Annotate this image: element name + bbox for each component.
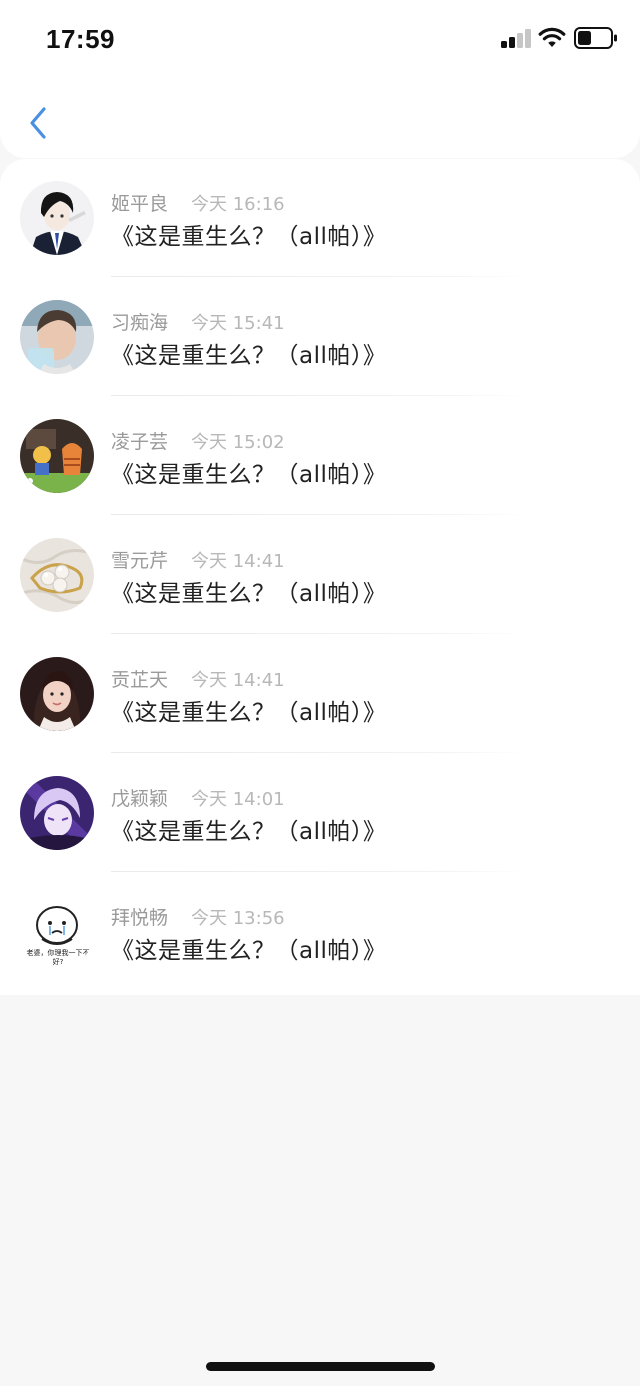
item-title: 《这是重生么？（all帕）》 <box>111 819 387 845</box>
item-time: 今天 14:41 <box>191 551 285 572</box>
list-item[interactable]: 雪元芹 今天 14:41 《这是重生么？（all帕）》 <box>0 516 640 635</box>
divider <box>111 514 527 515</box>
list-item[interactable]: 凌子芸 今天 15:02 《这是重生么？（all帕）》 <box>0 397 640 516</box>
message-list: 姬平良 今天 16:16 《这是重生么？（all帕）》 习痴海 今天 15:41… <box>0 159 640 995</box>
list-item[interactable]: 老婆，你理我一下不好? 拜悦畅 今天 13:56 《这是重生么？（all帕）》 <box>0 873 640 992</box>
home-indicator[interactable] <box>206 1362 435 1371</box>
item-time: 今天 16:16 <box>191 194 285 215</box>
item-title: 《这是重生么？（all帕）》 <box>111 581 387 607</box>
avatar <box>20 538 94 612</box>
item-name: 雪元芹 <box>111 550 169 572</box>
item-title: 《这是重生么？（all帕）》 <box>111 343 387 369</box>
list-item[interactable]: 贡芷天 今天 14:41 《这是重生么？（all帕）》 <box>0 635 640 754</box>
list-item[interactable]: 戊颖颖 今天 14:01 《这是重生么？（all帕）》 <box>0 754 640 873</box>
item-title: 《这是重生么？（all帕）》 <box>111 700 387 726</box>
item-name: 贡芷天 <box>111 669 169 691</box>
item-name: 姬平良 <box>111 193 169 215</box>
divider <box>111 752 527 753</box>
item-title: 《这是重生么？（all帕）》 <box>111 462 387 488</box>
screen: 17:59 姬平良 今天 16:16 《这是重生么？（all帕）》 习痴海 今天… <box>0 0 640 1386</box>
avatar-caption: 老婆，你理我一下不好? <box>26 949 90 966</box>
avatar <box>20 300 94 374</box>
cellular-signal-icon <box>501 28 533 48</box>
item-time: 今天 13:56 <box>191 908 285 929</box>
item-name: 凌子芸 <box>111 431 169 453</box>
avatar <box>20 776 94 850</box>
wifi-icon <box>538 27 566 47</box>
item-time: 今天 14:01 <box>191 789 285 810</box>
divider <box>111 276 527 277</box>
battery-icon <box>574 27 617 49</box>
item-name: 习痴海 <box>111 312 169 334</box>
item-name: 戊颖颖 <box>111 788 169 810</box>
item-time: 今天 14:41 <box>191 670 285 691</box>
item-name: 拜悦畅 <box>111 907 169 929</box>
avatar <box>20 657 94 731</box>
avatar <box>20 419 94 493</box>
list-item[interactable]: 姬平良 今天 16:16 《这是重生么？（all帕）》 <box>0 159 640 278</box>
divider <box>111 871 527 872</box>
avatar <box>20 181 94 255</box>
list-item[interactable]: 习痴海 今天 15:41 《这是重生么？（all帕）》 <box>0 278 640 397</box>
item-title: 《这是重生么？（all帕）》 <box>111 938 387 964</box>
item-time: 今天 15:02 <box>191 432 285 453</box>
item-time: 今天 15:41 <box>191 313 285 334</box>
item-title: 《这是重生么？（all帕）》 <box>111 224 387 250</box>
avatar: 老婆，你理我一下不好? <box>20 895 94 969</box>
back-button[interactable] <box>18 100 58 146</box>
status-time: 17:59 <box>46 24 115 54</box>
chevron-left-icon <box>30 107 46 139</box>
divider <box>111 633 527 634</box>
divider <box>111 395 527 396</box>
header-bar: 17:59 <box>0 0 640 158</box>
